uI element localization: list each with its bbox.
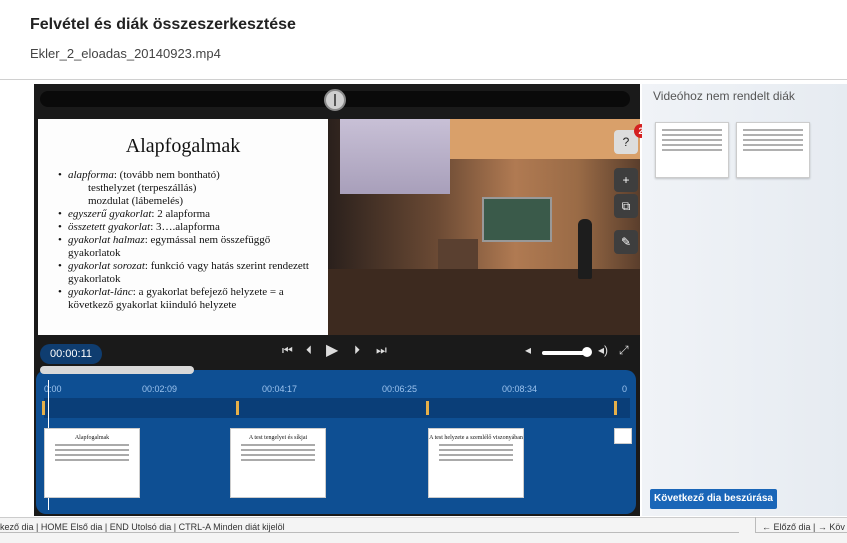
slide-bullet: gyakorlat sorozat: funkció vagy hatás sz… <box>58 260 320 286</box>
current-time: 00:00:11 <box>40 344 102 364</box>
slide-text: : 3….alapforma <box>150 221 220 233</box>
volume-high-icon[interactable]: ◂) <box>598 343 608 357</box>
blackboard <box>482 197 552 242</box>
slide-term: összetett gyakorlat <box>68 221 151 233</box>
slide-bullet: gyakorlat halmaz: egymással nem összefüg… <box>58 234 320 260</box>
navigation-hints: ← Előző dia | → Köv <box>762 522 845 532</box>
slide-bullet: alapforma: (tovább nem bontható) <box>58 169 320 182</box>
slide-term: gyakorlat sorozat <box>68 260 145 272</box>
slide-marker[interactable] <box>614 401 617 415</box>
video-frame <box>328 119 640 335</box>
help-slide-icon[interactable]: ? 2 <box>614 124 648 154</box>
unassigned-slide-thumb[interactable] <box>655 122 729 178</box>
timeline-track[interactable] <box>44 398 630 418</box>
tick-label: 00:02:09 <box>142 384 178 394</box>
timeline-slide-thumb[interactable]: A test helyzete a szemlélő viszonyában <box>428 428 524 498</box>
video-filename: Ekler_2_eloadas_20140923.mp4 <box>30 46 221 61</box>
volume-low-icon[interactable]: ◂ <box>525 343 531 357</box>
slide-term: alapforma <box>68 169 114 181</box>
slide-term: egyszerű gyakorlat <box>68 208 152 220</box>
slide-bullet: gyakorlat-lánc: a gyakorlat befejező hel… <box>58 286 320 312</box>
skip-start-icon[interactable]: ⏮ <box>282 343 293 358</box>
slide-bullet: mozdulat (lábemelés) <box>58 195 320 208</box>
skip-end-icon[interactable]: ⏭ <box>376 343 387 358</box>
timeline-scrollbar[interactable] <box>40 366 194 374</box>
tick-label: 0:00 <box>44 384 62 394</box>
shortcut-hints: kező dia | HOME Első dia | END Utolsó di… <box>0 522 285 532</box>
edit-slide-icon[interactable]: ✎ <box>614 230 638 254</box>
slide-view: Alapfogalmak alapforma: (tovább nem bont… <box>38 119 328 335</box>
timeline-slide-thumb[interactable]: A test tengelyei és síkjai <box>230 428 326 498</box>
slide-text: : (tovább nem bontható) <box>113 169 220 181</box>
add-slide-icon[interactable]: + <box>614 168 638 192</box>
lecturer <box>578 219 592 279</box>
timeline-slide-thumb[interactable] <box>614 428 632 444</box>
divider <box>0 79 847 80</box>
slide-bullet: összetett gyakorlat: 3….alapforma <box>58 221 320 234</box>
volume-knob[interactable] <box>582 347 592 357</box>
page: Felvétel és diák összeszerkesztése Ekler… <box>0 0 847 543</box>
slide-text: testhelyzet (terpeszállás) <box>88 182 197 194</box>
slide-term: gyakorlat halmaz <box>68 234 145 246</box>
play-icon[interactable]: ▶ <box>326 340 338 360</box>
fullscreen-icon[interactable]: ⤢ <box>619 343 629 358</box>
unassigned-slide-thumb[interactable] <box>736 122 810 178</box>
slide-bullet: egyszerű gyakorlat: 2 alapforma <box>58 208 320 221</box>
tick-label: 00:04:17 <box>262 384 298 394</box>
slide-term: gyakorlat-lánc <box>68 286 133 298</box>
tick-label: 00:08:34 <box>502 384 538 394</box>
copy-slide-icon[interactable]: ⧉ <box>614 194 638 218</box>
tick-label: 0 <box>622 384 628 394</box>
slide-bullet: testhelyzet (terpeszállás) <box>58 182 320 195</box>
slide-title: Alapfogalmak <box>125 135 241 157</box>
slide-bullet-list: alapforma: (tovább nem bontható)testhely… <box>58 169 320 312</box>
desk <box>438 239 478 269</box>
projector-screen <box>340 119 450 194</box>
tick-label: 00:06:25 <box>382 384 418 394</box>
slide-marker[interactable] <box>426 401 429 415</box>
slide-text: : 2 alapforma <box>151 208 211 220</box>
next-icon[interactable]: ⏵ <box>354 343 360 358</box>
timeline-slide-thumb[interactable]: Alapfogalmak <box>44 428 140 498</box>
insert-next-slide-button[interactable]: Következő dia beszúrása <box>650 489 777 509</box>
slide-marker[interactable] <box>236 401 239 415</box>
prev-icon[interactable]: ⏴ <box>306 343 312 358</box>
panel-heading: Videóhoz nem rendelt diák <box>653 89 795 103</box>
slide-marker[interactable] <box>42 401 45 415</box>
ceiling <box>448 119 640 159</box>
page-title: Felvétel és diák összeszerkesztése <box>30 16 296 33</box>
floor <box>328 269 640 335</box>
seek-handle[interactable] <box>324 89 346 111</box>
slide-text: mozdulat (lábemelés) <box>88 195 183 207</box>
